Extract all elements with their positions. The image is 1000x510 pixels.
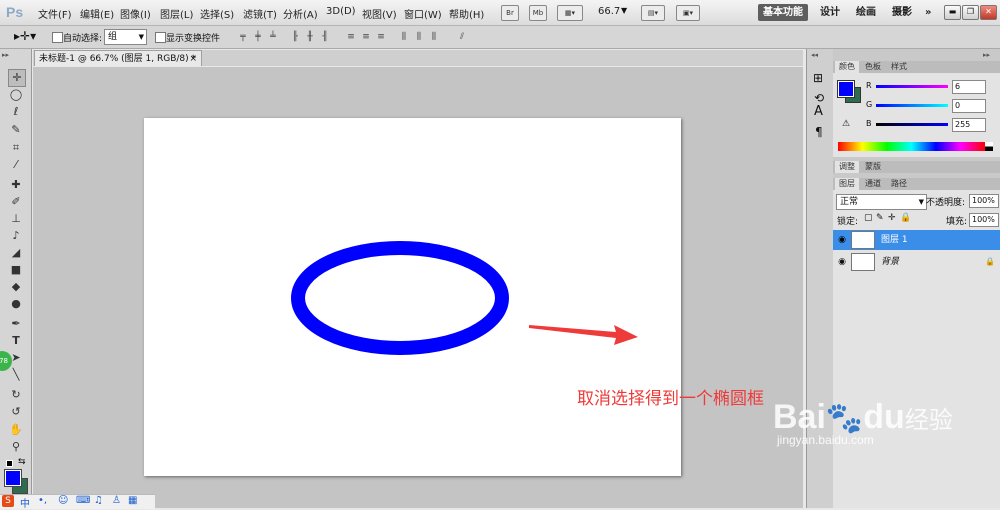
lock-transparent-icon[interactable]: ▢ — [864, 213, 873, 223]
tab-channels[interactable]: 通道 — [861, 178, 885, 190]
visibility-eye-icon[interactable]: ◉ — [837, 257, 847, 267]
tab-color[interactable]: 颜色 — [835, 61, 859, 73]
green-label: G — [866, 100, 873, 109]
red-value[interactable]: 6 — [952, 80, 986, 94]
lock-image-icon[interactable]: ✎ — [876, 213, 884, 223]
actions-panel-icon[interactable]: ⟲ — [814, 91, 824, 105]
collapse-strip-icon[interactable]: ◂◂ — [811, 51, 818, 59]
watermark-brand: Bai — [773, 398, 826, 436]
watermark-du: du — [863, 398, 905, 436]
green-slider[interactable] — [876, 104, 948, 107]
layers-panel-tabs: 图层 通道 路径 — [833, 178, 1000, 190]
color-panel: R 6 G 0 ⚠ B 255 — [833, 73, 1000, 157]
panel-foreground-swatch[interactable] — [837, 80, 855, 98]
opacity-value[interactable]: 100% — [969, 194, 999, 208]
layers-panel: 正常 ▼ 不透明度: 100% 锁定: ▢ ✎ ✛ 🔒 填充: 100% ◉ 图层… — [833, 190, 1000, 508]
gamut-warning-icon[interactable]: ⚠ — [842, 119, 850, 129]
fill-value[interactable]: 100% — [969, 213, 999, 227]
tab-layers[interactable]: 图层 — [835, 178, 859, 190]
lock-position-icon[interactable]: ✛ — [888, 213, 896, 223]
background-lock-icon: 🔒 — [985, 257, 995, 266]
keyboard-icon[interactable]: ⌨ — [76, 495, 90, 506]
green-value[interactable]: 0 — [952, 99, 986, 113]
blue-slider[interactable] — [876, 123, 948, 126]
red-label: R — [866, 81, 872, 90]
watermark-jingyan: 经验 — [904, 407, 953, 434]
fill-label: 填充: — [946, 217, 968, 227]
annotation-text: 取消选择得到一个椭圆框 — [577, 389, 764, 409]
skin-icon[interactable]: ♙ — [112, 495, 121, 506]
character-panel-icon[interactable]: A — [814, 104, 823, 119]
tab-adjustments[interactable]: 调整 — [835, 161, 859, 173]
tab-styles[interactable]: 样式 — [887, 61, 911, 73]
tab-swatches[interactable]: 色板 — [861, 61, 885, 73]
punctuation-icon[interactable]: •, — [38, 495, 47, 506]
background-thumbnail — [851, 253, 875, 271]
watermark-paw-icon: 🐾 — [825, 402, 864, 435]
visibility-eye-icon[interactable]: ◉ — [837, 235, 847, 245]
background-layer-name[interactable]: 背景 — [881, 252, 899, 272]
tab-paths[interactable]: 路径 — [887, 178, 911, 190]
toolbox-icon[interactable]: ▦ — [128, 495, 137, 506]
layer1-name[interactable]: 图层 1 — [881, 230, 908, 250]
collapse-panels-icon[interactable]: ▸▸ — [983, 51, 990, 59]
layer-row-background[interactable]: ◉ 背景 🔒 — [833, 252, 1000, 272]
ellipse-outline — [291, 241, 509, 355]
blend-mode-value: 正常 — [840, 197, 859, 207]
sogou-logo-icon[interactable]: S — [2, 495, 14, 507]
adjust-panel-tabs: 调整 蒙版 — [833, 161, 1000, 173]
baidu-watermark: Bai🐾du经验 jingyan.baidu.com — [773, 398, 953, 447]
blend-mode-dropdown[interactable]: 正常 ▼ — [836, 194, 927, 210]
watermark-url: jingyan.baidu.com — [777, 433, 874, 447]
ime-toolbar: S 中 •, ☺ ⌨ ♫ ♙ ▦ — [0, 494, 155, 510]
tab-masks[interactable]: 蒙版 — [861, 161, 885, 173]
lock-label: 锁定: — [837, 217, 859, 227]
voice-icon[interactable]: ♫ — [94, 495, 103, 506]
red-slider[interactable] — [876, 85, 948, 88]
paragraph-panel-icon[interactable]: ¶ — [815, 125, 823, 139]
blue-value[interactable]: 255 — [952, 118, 986, 132]
layer-row-layer1[interactable]: ◉ 图层 1 — [833, 230, 1000, 250]
annotation-arrow — [529, 325, 638, 345]
blend-dropdown-arrow-icon: ▼ — [918, 198, 924, 206]
opacity-label: 不透明度: — [926, 198, 966, 208]
lock-all-icon[interactable]: 🔒 — [900, 213, 911, 223]
layer1-thumbnail — [851, 231, 875, 249]
black-white-chips[interactable] — [985, 142, 993, 151]
history-panel-icon[interactable]: ⊞ — [813, 71, 823, 85]
color-panel-tabs: 颜色 色板 样式 — [833, 61, 1000, 73]
color-spectrum-bar[interactable] — [838, 142, 985, 151]
emoji-icon[interactable]: ☺ — [58, 495, 68, 506]
blue-label: B — [866, 119, 872, 128]
